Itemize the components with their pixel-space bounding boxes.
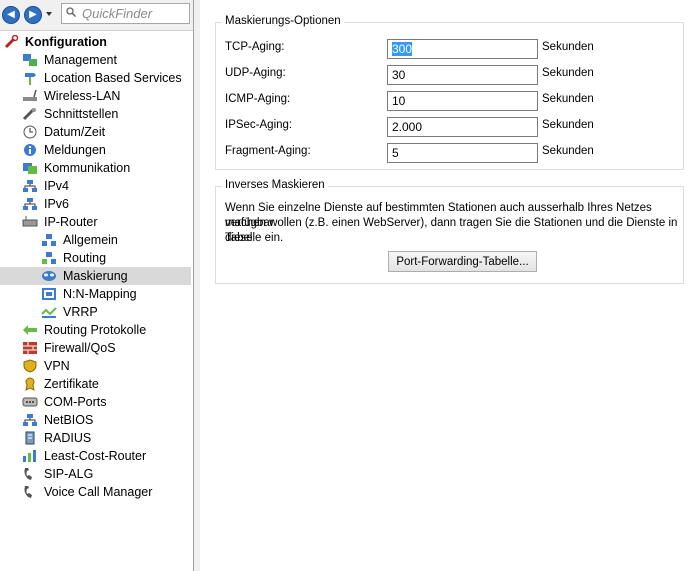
back-arrow-icon[interactable]: ◀ [2, 6, 20, 24]
tree-item-wireless-lan[interactable]: Wireless-LAN [0, 87, 193, 105]
tree-subitem-routing[interactable]: Routing [0, 249, 193, 267]
inverse-masking-group: Inverses Maskieren Wenn Sie einzelne Die… [215, 179, 684, 284]
ipsec-aging-value: 2.000 [392, 120, 423, 134]
tree-item-ipv6[interactable]: IPv6 [0, 195, 193, 213]
tcp-aging-unit: Sekunden [542, 41, 594, 53]
tree-item-routing-protokolle[interactable]: Routing Protokolle [0, 321, 193, 339]
fragment-aging-input[interactable]: 5 [387, 143, 538, 163]
netbios-icon [23, 414, 37, 426]
icmp-aging-label: ICMP-Aging: [225, 93, 291, 105]
tree-item-netbios[interactable]: NetBIOS [0, 411, 193, 429]
ipsec-aging-unit: Sekunden [542, 119, 594, 131]
tree-item-sip-alg[interactable]: SIP-ALG [0, 465, 193, 483]
masking-options-group: Maskierungs-Optionen TCP-Aging: 300 Seku… [215, 15, 684, 170]
udp-aging-unit: Sekunden [542, 67, 594, 79]
tree-item-firewall-qos[interactable]: Firewall/QoS [0, 339, 193, 357]
info-icon [24, 144, 36, 156]
tree-item-voice-call-manager[interactable]: Voice Call Manager [0, 483, 193, 501]
icmp-aging-value: 10 [392, 94, 406, 108]
masking-options-title: Maskierungs-Optionen [222, 15, 344, 27]
network-icon [23, 180, 37, 192]
tree-item-schnittstellen[interactable]: Schnittstellen [0, 105, 193, 123]
config-tools-icon [4, 35, 19, 49]
vpn-shield-icon [23, 359, 37, 373]
content-pane: Maskierungs-Optionen TCP-Aging: 300 Seku… [200, 0, 700, 571]
quickfinder-input[interactable] [82, 5, 186, 22]
tree-root-label: Konfiguration [25, 35, 107, 49]
tree-item-meldungen[interactable]: Meldungen [0, 141, 193, 159]
wireless-icon [23, 89, 37, 101]
search-icon [66, 7, 76, 17]
icmp-aging-unit: Sekunden [542, 93, 594, 105]
clock-icon [23, 125, 37, 139]
firewall-icon [23, 342, 37, 354]
inverse-masking-title: Inverses Maskieren [222, 179, 328, 191]
phone-handset-icon [24, 468, 32, 480]
udp-aging-label: UDP-Aging: [225, 67, 286, 79]
forward-arrow-icon[interactable]: ▶ [24, 6, 42, 24]
tree-item-radius[interactable]: RADIUS [0, 429, 193, 447]
tree-subitem-allgemein[interactable]: Allgemein [0, 231, 193, 249]
tree-item-com-ports[interactable]: COM-Ports [0, 393, 193, 411]
inverse-description-line-3: Tabelle ein. [225, 232, 284, 244]
routing-icon [42, 252, 56, 264]
fragment-aging-label: Fragment-Aging: [225, 145, 311, 157]
com-port-icon [22, 397, 38, 407]
tree-item-least-cost-router[interactable]: Least-Cost-Router [0, 447, 193, 465]
fragment-aging-value: 5 [392, 146, 399, 160]
port-forwarding-table-button[interactable]: Port-Forwarding-Tabelle... [388, 251, 537, 272]
udp-aging-input[interactable]: 30 [387, 65, 538, 85]
fragment-aging-unit: Sekunden [542, 145, 594, 157]
tree-item-kommunikation[interactable]: Kommunikation [0, 159, 193, 177]
tree-item-vpn[interactable]: VPN [0, 357, 193, 375]
masking-icon [42, 271, 56, 281]
communication-icon [23, 163, 37, 174]
udp-aging-value: 30 [392, 68, 406, 82]
vrrp-icon [41, 307, 57, 318]
interfaces-icon [22, 107, 36, 121]
mapping-icon [42, 288, 56, 300]
router-icon [22, 216, 38, 227]
quickfinder-box[interactable] [61, 3, 190, 24]
tree-item-location-based-services[interactable]: Location Based Services [0, 69, 193, 87]
tree-subitem-vrrp[interactable]: VRRP [0, 303, 193, 321]
server-icon [25, 431, 35, 445]
tree-item-ip-router[interactable]: IP-Router [0, 213, 193, 231]
history-dropdown-icon[interactable] [46, 12, 52, 16]
tree-item-management[interactable]: Management [0, 51, 193, 69]
tcp-aging-input[interactable]: 300 [387, 39, 538, 59]
least-cost-router-icon [23, 450, 36, 462]
phone-handset-icon [24, 486, 32, 498]
tree-item-zertifikate[interactable]: Zertifikate [0, 375, 193, 393]
tcp-aging-value: 300 [392, 42, 413, 56]
ipsec-aging-input[interactable]: 2.000 [387, 117, 538, 137]
tcp-aging-label: TCP-Aging: [225, 41, 285, 53]
ipsec-aging-label: IPSec-Aging: [225, 119, 293, 131]
navigation-pane: ◀ ▶ Konfiguration Management Location Ba… [0, 0, 194, 571]
inverse-description-line-2: machen wollen (z.B. einen WebServer), da… [225, 217, 678, 244]
tree-item-datum-zeit[interactable]: Datum/Zeit [0, 123, 193, 141]
certificate-icon [25, 377, 35, 391]
management-icon [23, 54, 37, 66]
routing-protocols-icon [23, 325, 37, 335]
tree-subitem-maskierung[interactable]: Maskierung [0, 267, 191, 285]
tree-item-ipv4[interactable]: IPv4 [0, 177, 193, 195]
tree-root-konfiguration[interactable]: Konfiguration [0, 33, 193, 51]
tree-subitem-nn-mapping[interactable]: N:N-Mapping [0, 285, 193, 303]
icmp-aging-input[interactable]: 10 [387, 91, 538, 111]
general-network-icon [42, 234, 56, 246]
network-icon [23, 198, 37, 210]
signpost-icon [25, 73, 36, 85]
navigation-toolbar: ◀ ▶ [0, 0, 193, 31]
